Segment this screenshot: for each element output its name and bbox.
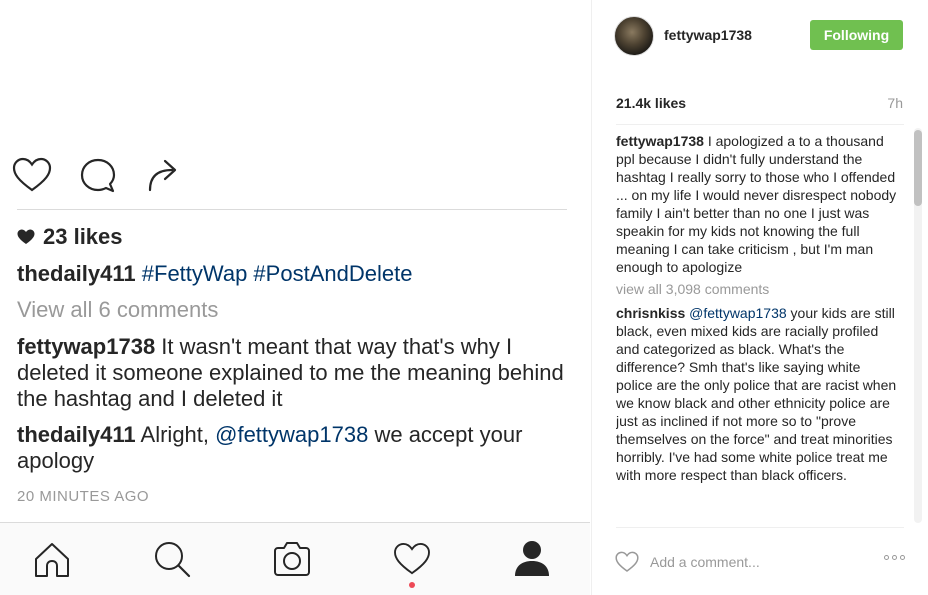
post-timestamp: 20 MINUTES AGO bbox=[17, 488, 150, 505]
post-actions bbox=[10, 150, 208, 200]
post-time[interactable]: 7h bbox=[887, 95, 903, 111]
divider bbox=[616, 527, 904, 528]
heart-icon bbox=[615, 551, 639, 572]
dot-icon bbox=[892, 555, 897, 560]
share-arrow-icon bbox=[148, 159, 177, 192]
profile-icon bbox=[515, 541, 549, 576]
comment-username[interactable]: fettywap1738 bbox=[17, 334, 155, 359]
caption: fettywap1738 I apologized a to a thousan… bbox=[616, 132, 899, 276]
heart-icon bbox=[394, 542, 430, 575]
comment-button[interactable] bbox=[76, 153, 120, 197]
comment-username[interactable]: chrisnkiss bbox=[616, 305, 685, 321]
add-comment-row bbox=[614, 548, 909, 576]
caption: thedaily411 #FettyWap #PostAndDelete bbox=[17, 261, 567, 287]
like-button[interactable] bbox=[614, 549, 640, 575]
comment: fettywap1738 It wasn't meant that way th… bbox=[17, 334, 567, 412]
heart-icon bbox=[12, 157, 52, 192]
view-all-comments-link[interactable]: view all 3,098 comments bbox=[616, 280, 899, 298]
caption-username[interactable]: thedaily411 bbox=[17, 261, 136, 286]
comment: thedaily411 Alright, @fettywap1738 we ac… bbox=[17, 422, 567, 474]
comment-text: Alright, bbox=[135, 422, 216, 447]
share-button[interactable] bbox=[142, 153, 186, 197]
comments-list: fettywap1738 I apologized a to a thousan… bbox=[616, 132, 899, 524]
comment-bubble-icon bbox=[80, 158, 116, 193]
caption-text: I apologized a to a thousand ppl because… bbox=[616, 133, 897, 275]
following-button[interactable]: Following bbox=[810, 20, 903, 50]
nav-activity[interactable] bbox=[392, 539, 432, 579]
likes-count[interactable]: 21.4k likes bbox=[616, 95, 686, 111]
nav-home[interactable] bbox=[32, 539, 72, 579]
likes-count[interactable]: 23 likes bbox=[17, 224, 123, 250]
caption-username[interactable]: fettywap1738 bbox=[616, 133, 704, 149]
dot-icon bbox=[900, 555, 905, 560]
scrollbar-thumb[interactable] bbox=[914, 130, 922, 206]
post-author-username[interactable]: fettywap1738 bbox=[664, 27, 752, 43]
mobile-post-panel: 23 likes thedaily411 #FettyWap #PostAndD… bbox=[0, 0, 590, 595]
avatar[interactable] bbox=[614, 16, 654, 56]
divider bbox=[616, 124, 904, 125]
nav-profile[interactable] bbox=[512, 539, 552, 579]
comment-username[interactable]: thedaily411 bbox=[17, 422, 136, 447]
likes-label: 23 likes bbox=[43, 224, 123, 249]
comment: chrisnkiss @fettywap1738 your kids are s… bbox=[616, 304, 899, 484]
camera-icon bbox=[274, 542, 310, 576]
comment-mention[interactable]: @fettywap1738 bbox=[215, 422, 368, 447]
divider bbox=[17, 209, 567, 210]
nav-search[interactable] bbox=[152, 539, 192, 579]
like-button[interactable] bbox=[10, 153, 54, 197]
bottom-navigation bbox=[0, 522, 590, 595]
caption-hashtags[interactable]: #FettyWap #PostAndDelete bbox=[142, 261, 413, 286]
post-sidebar: fettywap1738 Following 21.4k likes 7h fe… bbox=[591, 0, 928, 595]
notification-dot bbox=[409, 582, 415, 588]
dot-icon bbox=[884, 555, 889, 560]
view-all-comments-link[interactable]: View all 6 comments bbox=[17, 297, 567, 323]
home-icon bbox=[35, 543, 69, 577]
comment-mention[interactable]: @fettywap1738 bbox=[689, 305, 787, 321]
add-comment-input[interactable] bbox=[650, 554, 860, 570]
nav-camera[interactable] bbox=[272, 539, 312, 579]
search-icon bbox=[155, 542, 191, 578]
comment-text: your kids are still black, even mixed ki… bbox=[616, 305, 897, 483]
heart-filled-icon bbox=[17, 229, 35, 244]
more-options-button[interactable] bbox=[884, 555, 905, 560]
